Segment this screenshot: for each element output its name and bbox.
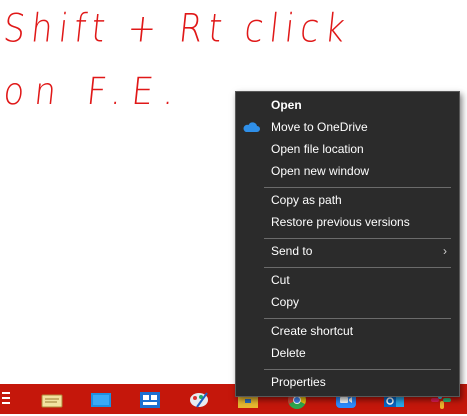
menu-item-label: Delete xyxy=(271,346,306,360)
menu-item-label: Open file location xyxy=(271,142,364,156)
menu-item-label: Cut xyxy=(271,273,290,287)
desktop-app-icon[interactable] xyxy=(89,389,113,411)
menu-item-open-file-location[interactable]: Open file location xyxy=(236,138,459,160)
annotation-line-1: Shift + Rt click xyxy=(1,6,354,52)
menu-item-move-to-onedrive[interactable]: Move to OneDrive xyxy=(236,116,459,138)
menu-item-label: Properties xyxy=(271,375,326,389)
menu-item-open[interactable]: Open xyxy=(236,94,459,116)
menu-item-label: Open new window xyxy=(271,164,370,178)
task-view-icon[interactable] xyxy=(0,390,12,408)
menu-item-label: Copy as path xyxy=(271,193,342,207)
menu-item-open-new-window[interactable]: Open new window xyxy=(236,160,459,182)
menu-item-label: Open xyxy=(271,98,302,112)
menu-item-label: Copy xyxy=(271,295,300,309)
annotation-line-2: on F.E. xyxy=(1,70,187,114)
menu-separator xyxy=(264,318,451,319)
menu-separator xyxy=(264,187,451,188)
menu-item-label: Create shortcut xyxy=(271,324,354,338)
paint-app-icon[interactable] xyxy=(187,389,211,411)
menu-item-copy[interactable]: Copy xyxy=(236,291,459,313)
menu-item-create-shortcut[interactable]: Create shortcut xyxy=(236,320,459,342)
menu-item-send-to[interactable]: Send to › xyxy=(236,240,459,262)
menu-separator xyxy=(264,238,451,239)
menu-separator xyxy=(264,369,451,370)
menu-item-label: Restore previous versions xyxy=(271,215,410,229)
chevron-right-icon: › xyxy=(443,244,447,258)
menu-item-label: Move to OneDrive xyxy=(271,120,368,134)
menu-item-properties[interactable]: Properties xyxy=(236,371,459,393)
menu-item-restore-previous-versions[interactable]: Restore previous versions xyxy=(236,211,459,233)
menu-separator xyxy=(264,267,451,268)
onedrive-icon xyxy=(243,122,260,132)
context-menu: Open Move to OneDrive Open file location… xyxy=(235,91,460,397)
menu-item-copy-as-path[interactable]: Copy as path xyxy=(236,189,459,211)
menu-item-cut[interactable]: Cut xyxy=(236,269,459,291)
notepad-app-icon[interactable] xyxy=(40,389,64,411)
menu-item-label: Send to xyxy=(271,244,313,258)
outlook-calendar-icon[interactable] xyxy=(138,389,162,411)
menu-item-delete[interactable]: Delete xyxy=(236,342,459,364)
